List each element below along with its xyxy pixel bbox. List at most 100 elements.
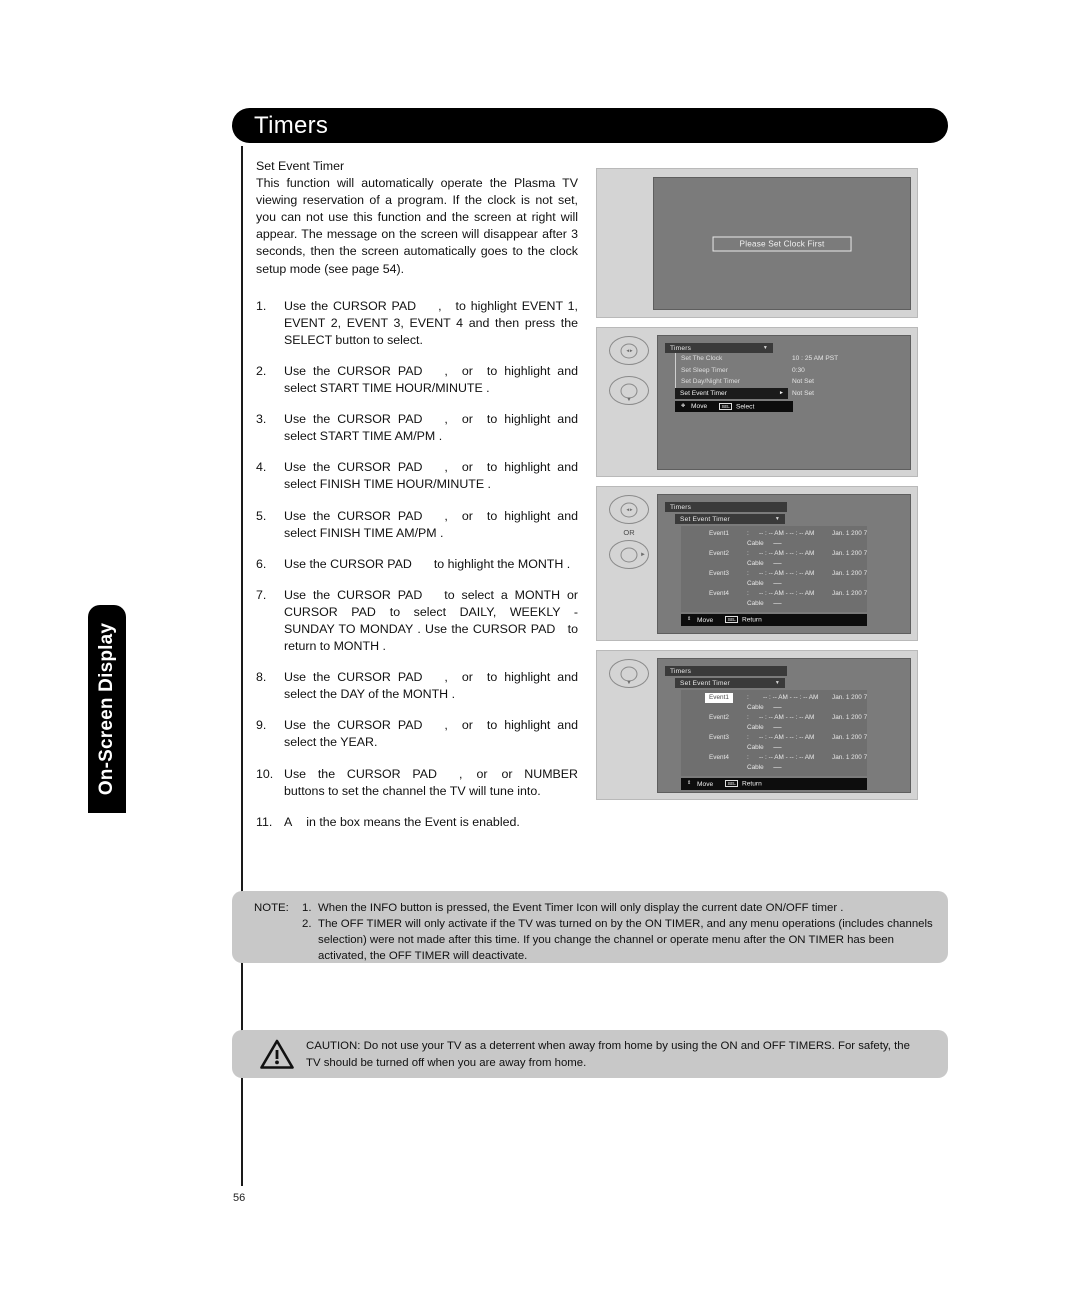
list-item: 10. Use the CURSOR PAD, or or NUMBER butto… — [256, 766, 578, 800]
step-text-a: Use the CURSOR PAD — [284, 766, 437, 781]
event-source-row: Cable ------- — [681, 559, 863, 569]
step-text-a: Use the CURSOR PAD — [284, 587, 423, 602]
select-key-icon: SEL — [719, 403, 733, 411]
list-item: 3. Use the CURSOR PAD, or to highlight and… — [256, 411, 578, 445]
leftright-arrows-glyph: ◄► — [625, 506, 634, 512]
note-item-2-number: 2. — [302, 918, 312, 930]
figures-column: Please Set Clock First ◄► ▼ Timers ▼ Set… — [596, 168, 918, 809]
page-title: Timers — [254, 112, 329, 139]
event-source-label: Cable — [747, 704, 764, 712]
note-box: NOTE: 1. When the INFO button is pressed… — [232, 891, 948, 963]
event-list: Event1 : -- : -- AM - -- : -- AM Jan. 1 … — [681, 690, 867, 777]
list-item[interactable]: Event2 : -- : -- AM - -- : -- AM Jan. 1 … — [681, 713, 867, 723]
event-date: Jan. 1 200 7 — [832, 590, 868, 598]
step-text-c: or — [476, 766, 488, 781]
menu-row-value: Not Set — [792, 378, 814, 386]
cursor-pad-down-icon: ▼ — [609, 376, 649, 405]
figure-timers-menu: ◄► ▼ Timers ▼ Set The Clock 10 : 25 AM P… — [596, 327, 918, 477]
event-name: Event2 — [709, 550, 729, 558]
osd-help-bar: ✥ Move SEL Select — [675, 401, 793, 413]
event-time-range: -- : -- AM - -- : -- AM — [759, 754, 815, 762]
event-time-range: -- : -- AM - -- : -- AM — [759, 734, 815, 742]
step-text-c: or — [461, 718, 473, 733]
step-text-a: Use the CURSOR PAD — [284, 412, 423, 427]
step-number: 2. — [256, 363, 267, 378]
step-text-c: in the box means the Event is enabled. — [306, 814, 520, 829]
caution-box: CAUTION: Do not use your TV as a deterre… — [232, 1030, 948, 1078]
chevron-right-icon: ► — [779, 389, 784, 396]
event-source-label: Cable — [747, 600, 764, 608]
list-item[interactable]: Event2 : -- : -- AM - -- : -- AM Jan. 1 … — [681, 549, 867, 559]
event-source-row: Cable ------- — [681, 579, 863, 589]
step-text: Use the CURSOR PAD, or to highlight and se… — [284, 459, 578, 493]
menu-row-set-sleep-timer[interactable]: Set Sleep Timer 0:30 — [665, 364, 902, 377]
osd-title-label: Timers — [670, 344, 692, 352]
event-colon: : — [747, 714, 749, 722]
step-text: Use the CURSOR PAD, or to highlight and se… — [284, 363, 578, 397]
osd-help-bar: ⇕ Move SEL Return — [681, 614, 867, 626]
osd-submenu-title[interactable]: Set Event Timer ▼ — [675, 678, 785, 689]
right-arrow-glyph: ► — [640, 551, 646, 558]
tv-screen: Timers Set Event Timer ▼ Event1 : -- : -… — [657, 494, 911, 634]
osd-help-bar: ⇕ Move SEL Return — [681, 778, 867, 790]
list-item[interactable]: Event1 : -- : -- AM - -- : -- AM Jan. 1 … — [681, 529, 867, 539]
list-item[interactable]: Event4 : -- : -- AM - -- : -- AM Jan. 1 … — [681, 753, 867, 763]
cursor-pad-legend: ◄► OR ► — [603, 495, 655, 569]
event-colon: : — [747, 694, 749, 702]
event-source-value: ------- — [773, 744, 782, 752]
list-item[interactable]: Event3 : -- : -- AM - -- : -- AM Jan. 1 … — [681, 569, 867, 579]
step-number: 3. — [256, 412, 267, 427]
step-text: Use the CURSOR PAD, or to highlight and se… — [284, 508, 578, 542]
cursor-pad-down-icon: ▼ — [609, 659, 649, 688]
list-item: 6. Use the CURSOR PAD to highlight the MO… — [256, 556, 578, 573]
step-text-a: Use the CURSOR PAD — [284, 670, 423, 685]
step-text-c: to select a MONTH or — [444, 587, 578, 602]
help-action-label: Return — [741, 616, 762, 624]
down-arrow-glyph: ▼ — [626, 680, 632, 686]
menu-row-value: Not Set — [792, 389, 814, 397]
event-source-value: ------- — [773, 540, 782, 548]
event-time-range: -- : -- AM - -- : -- AM — [759, 590, 815, 598]
event-name: Event3 — [709, 734, 729, 742]
updown-arrows-icon: ⇕ — [687, 780, 692, 787]
event-time-range: -- : -- AM - -- : -- AM — [759, 570, 815, 578]
osd-menu: Timers Set Event Timer ▼ Event1 : -- : -… — [665, 502, 902, 626]
step-text-e: CURSOR PAD — [284, 604, 376, 619]
step-number: 5. — [256, 508, 267, 523]
event-time-range: -- : -- AM - -- : -- AM — [763, 694, 819, 702]
menu-row-value: 10 : 25 AM PST — [792, 355, 839, 363]
step-text-b: , — [438, 298, 442, 313]
list-item: 1. Use the CURSOR PAD, to highlight EVENT… — [256, 298, 578, 349]
event-colon: : — [747, 734, 749, 742]
event-source-row: Cable ------- — [681, 763, 863, 773]
list-item: 11. Ain the box means the Event is enabl… — [256, 814, 578, 831]
step-text-a: A — [284, 814, 293, 829]
step-text: Use the CURSOR PAD, or to highlight and se… — [284, 669, 578, 703]
event-time-range: -- : -- AM - -- : -- AM — [759, 550, 815, 558]
menu-row-set-day-night-timer[interactable]: Set Day/Night Timer Not Set — [665, 376, 902, 388]
event-date: Jan. 1 200 7 — [832, 570, 868, 578]
osd-submenu-title[interactable]: Set Event Timer ▼ — [675, 514, 785, 525]
step-text-c: or — [461, 460, 473, 475]
step-text-a: Use the CURSOR PAD — [284, 298, 417, 313]
list-item[interactable]: Event3 : -- : -- AM - -- : -- AM Jan. 1 … — [681, 733, 867, 743]
event-colon: : — [747, 590, 749, 598]
osd-menu: Timers ▼ Set The Clock 10 : 25 AM PST Se… — [665, 343, 902, 413]
step-text: Ain the box means the Event is enabled. — [284, 814, 578, 831]
event-list: Event1 : -- : -- AM - -- : -- AM Jan. 1 … — [681, 526, 867, 613]
step-text-c: or — [461, 412, 473, 427]
step-text: Use the CURSOR PAD, or to highlight and se… — [284, 717, 578, 751]
step-number: 1. — [256, 298, 267, 313]
menu-row-set-event-timer[interactable]: Set Event Timer ► Not Set — [665, 387, 902, 400]
list-item[interactable]: Event1 : -- : -- AM - -- : -- AM Jan. 1 … — [681, 693, 867, 704]
updown-arrows-icon: ⇕ — [687, 616, 692, 623]
caution-text: CAUTION: Do not use your TV as a deterre… — [306, 1040, 910, 1069]
menu-row-label: Set Event Timer ► — [675, 387, 788, 400]
menu-row-label: Set Day/Night Timer — [675, 376, 783, 388]
help-action-label: Select — [735, 403, 755, 411]
step-text-c: to highlight the MONTH . — [433, 556, 571, 571]
menu-row-set-the-clock[interactable]: Set The Clock 10 : 25 AM PST — [665, 353, 902, 365]
chevron-down-icon: ▼ — [774, 680, 780, 687]
list-item[interactable]: Event4 : -- : -- AM - -- : -- AM Jan. 1 … — [681, 589, 867, 599]
step-text-b: , — [444, 460, 448, 475]
